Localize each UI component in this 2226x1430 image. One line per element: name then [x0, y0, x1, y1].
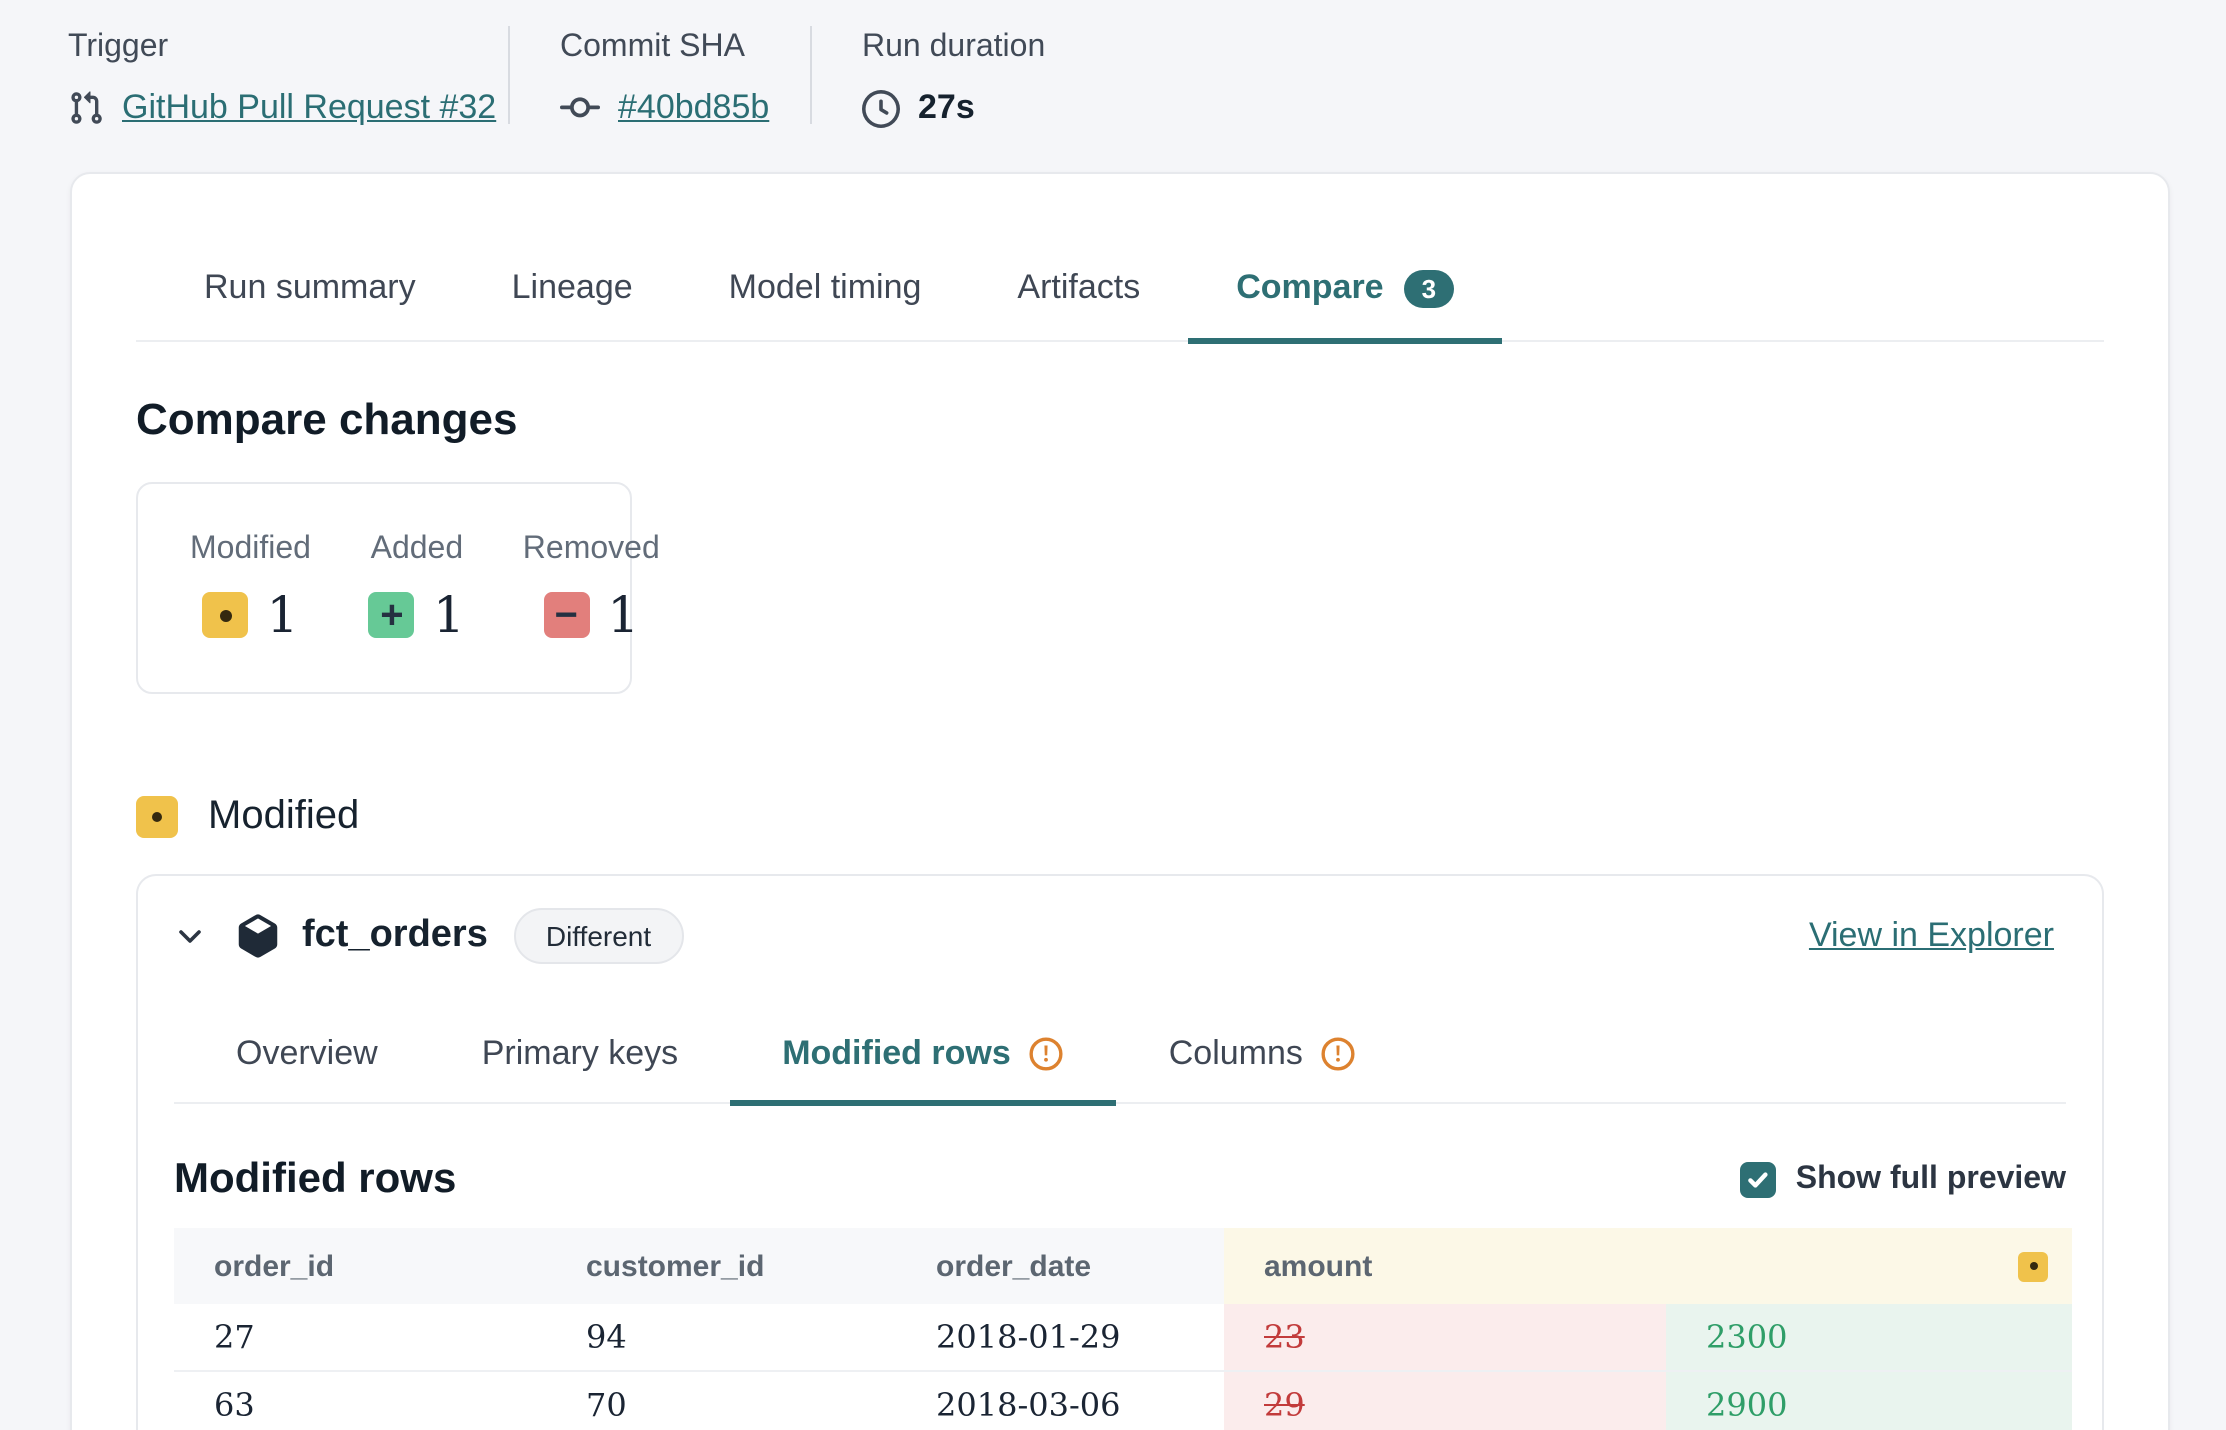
duration-value: 27s [918, 88, 975, 128]
table-cell: 2018-01-29 [896, 1304, 1224, 1372]
pull-request-icon [68, 90, 104, 126]
model-card-fct-orders: fct_orders Different View in Explorer Ov… [136, 874, 2104, 1430]
chevron-down-icon[interactable] [174, 920, 206, 952]
stat-added-value: 1 [433, 586, 465, 644]
stat-modified-value: 1 [267, 586, 299, 644]
table-cell: 70 [546, 1372, 896, 1430]
modified-rows-header: Modified rows Show full preview [174, 1156, 2066, 1204]
status-badge: Different [514, 908, 683, 964]
column-header-customer-id: customer_id [546, 1228, 896, 1304]
clock-icon [862, 89, 900, 127]
run-compare-page: Trigger GitHub Pull Request #32 Commit S… [0, 0, 2226, 1430]
trigger-label: Trigger [68, 30, 508, 66]
duration-section: Run duration 27s [812, 26, 1045, 128]
table-cell-old-value: 29 [1224, 1372, 1666, 1430]
trigger-section: Trigger GitHub Pull Request #32 [68, 26, 508, 128]
column-header-amount: amount [1224, 1228, 2072, 1304]
column-header-order-date: order_date [896, 1228, 1224, 1304]
run-detail-card: Run summary Lineage Model timing Artifac… [70, 172, 2170, 1430]
commit-section: Commit SHA #40bd85b [510, 26, 810, 128]
run-tabs: Run summary Lineage Model timing Artifac… [136, 242, 2104, 342]
show-full-preview-toggle: Show full preview [1740, 1162, 2066, 1198]
tab-lineage[interactable]: Lineage [464, 242, 681, 344]
modified-dot-icon [203, 592, 249, 638]
commit-link[interactable]: #40bd85b [618, 88, 769, 128]
run-info-bar: Trigger GitHub Pull Request #32 Commit S… [0, 0, 2226, 128]
tab-overview[interactable]: Overview [184, 1012, 430, 1106]
show-full-preview-label: Show full preview [1796, 1162, 2066, 1198]
tab-run-summary[interactable]: Run summary [156, 242, 464, 344]
stat-added-label: Added [371, 532, 464, 568]
page-title: Compare changes [136, 394, 2104, 446]
tab-model-timing[interactable]: Model timing [681, 242, 970, 344]
modified-section-header: Modified [136, 794, 2104, 840]
view-in-explorer-link[interactable]: View in Explorer [1809, 916, 2054, 956]
warning-icon [1321, 1036, 1357, 1072]
column-header-order-id: order_id [174, 1228, 546, 1304]
modified-section-title: Modified [208, 794, 359, 840]
modified-rows-table: order_id customer_id order_date amount 2… [174, 1228, 2066, 1430]
commit-label: Commit SHA [560, 30, 810, 66]
change-summary-box: Modified 1 Added + 1 Removed [136, 482, 632, 694]
stat-modified: Modified 1 [190, 532, 311, 644]
tab-compare[interactable]: Compare 3 [1188, 242, 1502, 344]
table-cell-new-value: 2300 [1666, 1304, 2072, 1372]
model-card-header: fct_orders Different View in Explorer [138, 876, 2102, 964]
stat-added: Added + 1 [369, 532, 465, 644]
warning-icon [1029, 1036, 1065, 1072]
model-cube-icon [236, 914, 280, 958]
table-cell: 94 [546, 1304, 896, 1372]
compare-count-badge: 3 [1404, 269, 1454, 307]
tab-primary-keys[interactable]: Primary keys [430, 1012, 730, 1106]
removed-minus-icon: − [543, 592, 589, 638]
modified-column-dot-icon [2018, 1251, 2048, 1281]
modified-rows-title: Modified rows [174, 1156, 456, 1204]
stat-removed-value: 1 [607, 586, 639, 644]
tab-modified-rows[interactable]: Modified rows [730, 1012, 1117, 1106]
tab-columns[interactable]: Columns [1117, 1012, 1409, 1106]
added-plus-icon: + [369, 592, 415, 638]
model-name: fct_orders [302, 914, 488, 958]
commit-icon [560, 88, 600, 128]
duration-label: Run duration [862, 30, 1045, 66]
stat-removed: Removed − 1 [523, 532, 660, 644]
trigger-link[interactable]: GitHub Pull Request #32 [122, 88, 496, 128]
modified-dot-icon [136, 796, 178, 838]
stat-modified-label: Modified [190, 532, 311, 568]
show-full-preview-checkbox[interactable] [1740, 1162, 1776, 1198]
model-tabs: Overview Primary keys Modified rows Colu… [174, 1012, 2066, 1104]
table-cell: 63 [174, 1372, 546, 1430]
tab-artifacts[interactable]: Artifacts [969, 242, 1188, 344]
table-cell: 2018-03-06 [896, 1372, 1224, 1430]
table-cell-new-value: 2900 [1666, 1372, 2072, 1430]
stat-removed-label: Removed [523, 532, 660, 568]
table-cell: 27 [174, 1304, 546, 1372]
table-cell-old-value: 23 [1224, 1304, 1666, 1372]
